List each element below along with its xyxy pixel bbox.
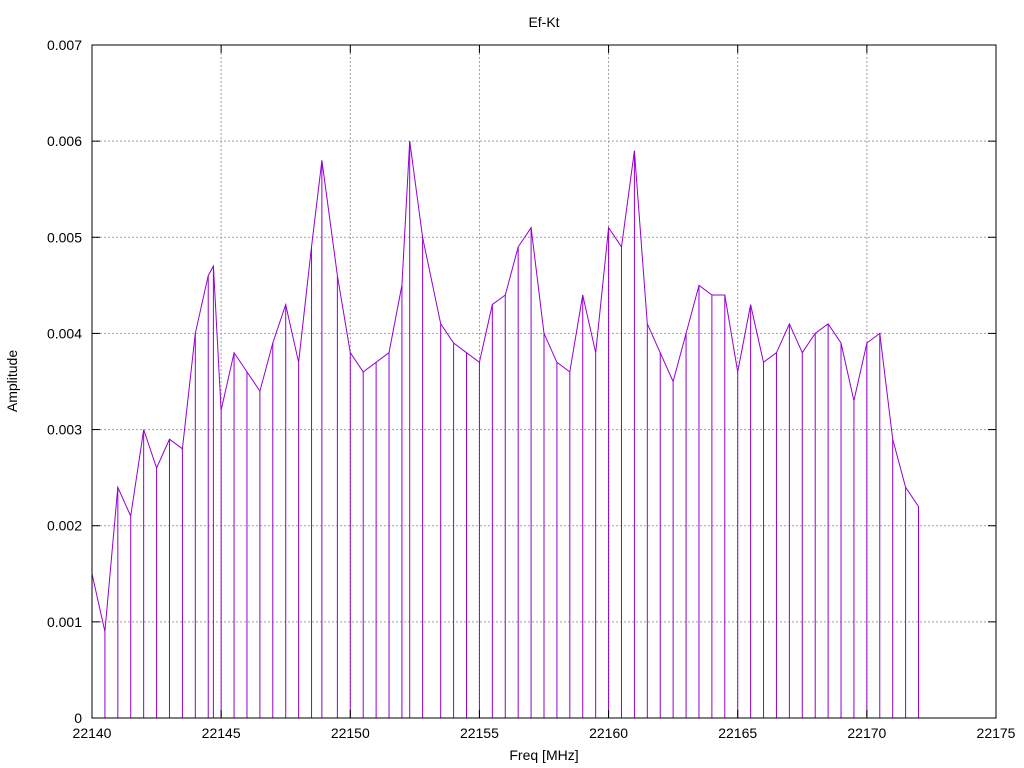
y-tick-label: 0.002: [47, 518, 82, 534]
x-tick-label: 22150: [331, 725, 370, 741]
y-tick-label: 0.007: [47, 37, 82, 53]
y-tick-label: 0: [74, 710, 82, 726]
x-tick-label: 22155: [460, 725, 499, 741]
y-axis-label: Amplitude: [4, 350, 20, 412]
x-tick-label: 22140: [73, 725, 112, 741]
spectrum-series: [91, 141, 920, 718]
chart-title: Ef-Kt: [528, 14, 559, 30]
y-tick-label: 0.005: [47, 229, 82, 245]
y-tick-label: 0.004: [47, 325, 82, 341]
x-axis-label: Freq [MHz]: [509, 747, 578, 763]
x-tick-label: 22170: [847, 725, 886, 741]
x-tick-label: 22165: [718, 725, 757, 741]
y-tick-label: 0.001: [47, 614, 82, 630]
x-tick-label: 22160: [589, 725, 628, 741]
amplitude-spectrum-chart: Ef-Kt 22140 22145 22150 22155 22160 22165 2217…: [4, 14, 1016, 763]
x-tick-label: 22145: [202, 725, 241, 741]
y-tick-label: 0.003: [47, 422, 82, 438]
x-tick-label: 22175: [977, 725, 1016, 741]
y-tick-label: 0.006: [47, 133, 82, 149]
